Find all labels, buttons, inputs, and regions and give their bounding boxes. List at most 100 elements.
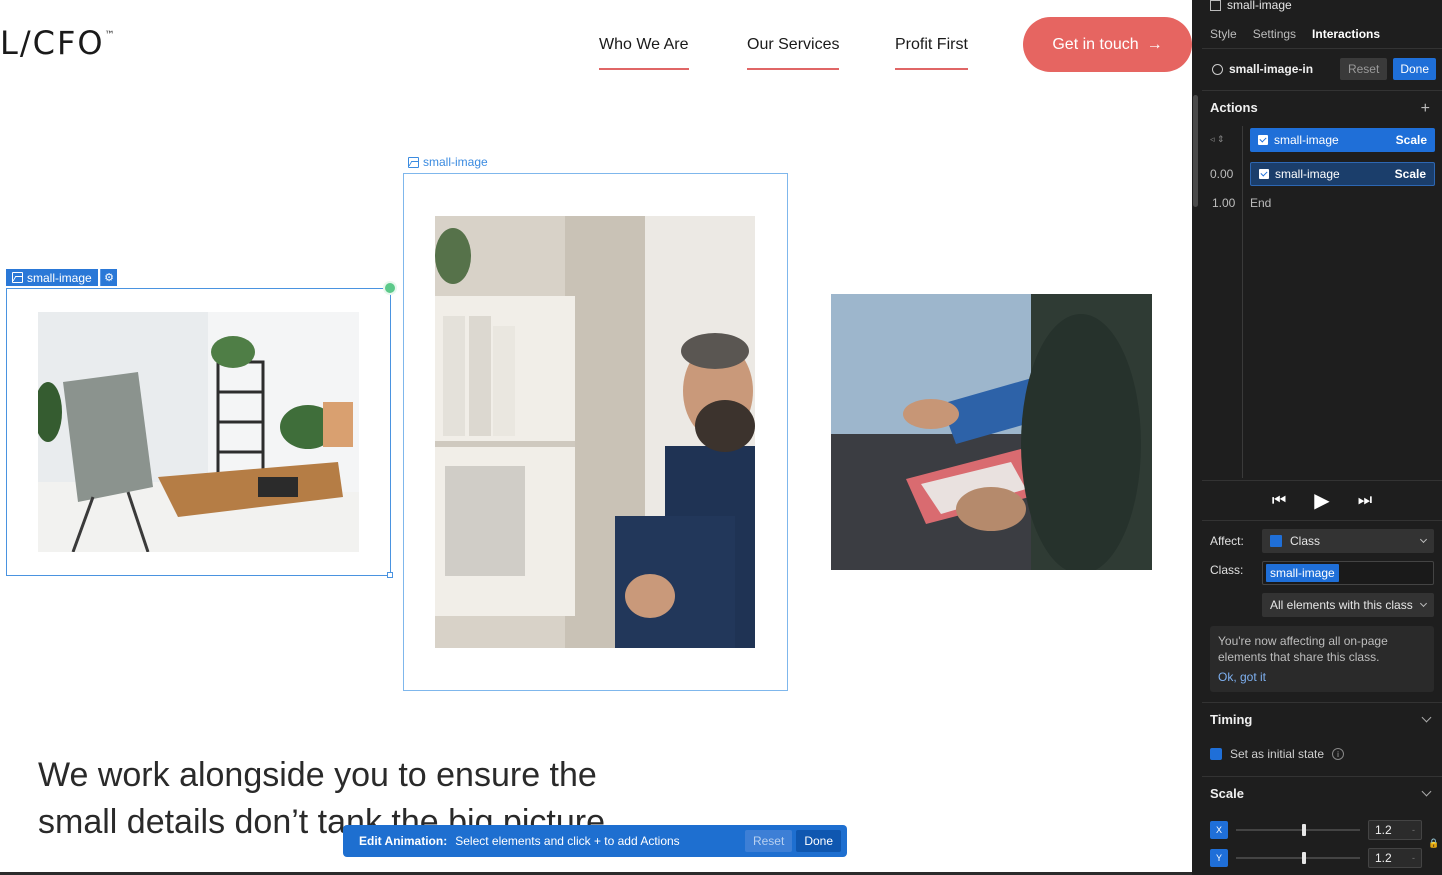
playback-controls: ⏮ ▶ ⏭ (1202, 480, 1442, 520)
scale-x-row: X 1.2 - (1210, 820, 1434, 840)
affect-label: Affect: (1210, 534, 1244, 548)
scale-title[interactable]: Scale (1210, 786, 1244, 801)
action-checkbox[interactable] (1258, 135, 1268, 145)
get-in-touch-button[interactable]: Get in touch → (1023, 17, 1192, 72)
interaction-name[interactable]: small-image-in (1229, 62, 1334, 76)
nav-who-we-are[interactable]: Who We Are (599, 36, 689, 70)
designer-canvas[interactable]: L/CFO™ Who We Are Our Services Profit Fi… (0, 0, 1192, 875)
hover-element-name: small-image (423, 155, 488, 169)
tab-style[interactable]: Style (1210, 27, 1237, 41)
class-info-notice: You're now affecting all on-page element… (1210, 626, 1434, 692)
scale-y-row: Y 1.2 - (1210, 848, 1434, 868)
unit-dash: - (1412, 825, 1415, 835)
keyframe-nav-icon[interactable]: ◃ ⇕ (1210, 134, 1225, 145)
action-item[interactable]: small-image Scale (1250, 128, 1435, 152)
resize-handle[interactable] (387, 572, 393, 578)
selected-element-name: small-image (27, 270, 92, 285)
trademark-mark: ™ (104, 30, 115, 41)
scale-x-input[interactable]: 1.2 - (1368, 820, 1422, 840)
hover-element-tag: small-image (408, 155, 488, 169)
chevron-down-icon (1419, 599, 1428, 608)
panel-scrollbar[interactable] (1193, 95, 1198, 207)
slider-thumb[interactable] (1302, 824, 1306, 836)
image-icon (408, 156, 419, 168)
timing-title[interactable]: Timing (1210, 712, 1252, 727)
action-type: Scale (1394, 167, 1426, 181)
section-divider (1202, 90, 1442, 91)
end-marker: End (1250, 196, 1272, 210)
class-chip[interactable]: small-image (1266, 564, 1339, 582)
meeting-tablet-photo (831, 294, 1152, 570)
cta-label: Get in touch (1052, 35, 1139, 53)
play-icon[interactable]: ▶ (1314, 488, 1329, 513)
animation-reset-button[interactable]: Reset (744, 830, 793, 852)
tab-interactions[interactable]: Interactions (1312, 27, 1380, 41)
action-type: Scale (1395, 133, 1427, 147)
smiling-man-photo (435, 216, 755, 648)
scale-x-value: 1.2 (1375, 823, 1392, 837)
clock-icon (1212, 63, 1223, 75)
info-text: You're now affecting all on-page element… (1218, 634, 1388, 664)
section-divider (1202, 702, 1442, 703)
add-action-plus-icon[interactable]: + (1421, 100, 1430, 118)
skip-back-icon[interactable]: ⏮ (1272, 492, 1286, 510)
chevron-down-icon[interactable] (1421, 712, 1432, 723)
interaction-header: small-image-in Reset Done (1202, 53, 1442, 85)
lock-icon[interactable]: 🔒 (1428, 838, 1439, 849)
chevron-down-icon (1419, 535, 1428, 544)
arrow-right-icon: → (1146, 35, 1163, 53)
info-dismiss-link[interactable]: Ok, got it (1218, 669, 1426, 685)
initial-state-label: Set as initial state (1230, 747, 1325, 761)
scale-x-icon: X (1210, 821, 1228, 839)
class-icon (1270, 535, 1282, 547)
interaction-trigger-icon[interactable] (383, 281, 397, 295)
scale-y-input[interactable]: 1.2 - (1368, 848, 1422, 868)
chevron-down-icon[interactable] (1421, 786, 1432, 797)
image-icon (12, 272, 23, 283)
action-target: small-image (1274, 133, 1339, 147)
panel-tabs: Style Settings Interactions (1210, 27, 1380, 41)
panel-element-header: small-image (1210, 0, 1292, 12)
tab-settings[interactable]: Settings (1253, 27, 1296, 41)
time-start: 0.00 (1210, 167, 1234, 181)
site-logo[interactable]: L/CFO™ (0, 24, 115, 62)
initial-state-checkbox[interactable] (1210, 748, 1222, 760)
scope-select[interactable]: All elements with this class (1262, 593, 1434, 617)
scale-y-icon: Y (1210, 849, 1228, 867)
selected-element-tag[interactable]: small-image (6, 269, 98, 286)
office-desk-photo (38, 312, 359, 552)
interaction-done-button[interactable]: Done (1393, 58, 1436, 80)
heading-line-1: We work alongside you to ensure the (38, 756, 597, 794)
scale-y-slider[interactable] (1236, 852, 1360, 864)
element-settings-gear-icon[interactable]: ⚙ (100, 269, 117, 286)
tabs-divider (1202, 48, 1442, 49)
class-label: Class: (1210, 563, 1244, 577)
class-input[interactable]: small-image (1262, 561, 1434, 585)
panel-element-name: small-image (1227, 0, 1292, 12)
time-end: 1.00 (1212, 196, 1236, 210)
action-checkbox[interactable] (1259, 169, 1269, 179)
nav-our-services[interactable]: Our Services (747, 36, 840, 70)
affect-select[interactable]: Class (1262, 529, 1434, 553)
skip-forward-icon[interactable]: ⏭ (1358, 492, 1372, 510)
scope-value: All elements with this class (1270, 598, 1413, 612)
logo-text: L/CFO (0, 24, 105, 62)
image-icon (1210, 0, 1221, 11)
actions-title: Actions (1210, 100, 1258, 115)
edit-animation-bar: Edit Animation: Select elements and clic… (343, 825, 847, 857)
info-icon[interactable]: i (1332, 748, 1345, 760)
nav-profit-first[interactable]: Profit First (895, 36, 968, 70)
section-divider (1202, 520, 1442, 521)
interactions-panel: small-image Style Settings Interactions … (1192, 0, 1442, 875)
initial-state-row: Set as initial state i (1210, 747, 1345, 761)
section-divider (1202, 776, 1442, 777)
slider-thumb[interactable] (1302, 852, 1306, 864)
animation-done-button[interactable]: Done (796, 830, 841, 852)
scale-y-value: 1.2 (1375, 851, 1392, 865)
interaction-reset-button[interactable]: Reset (1339, 58, 1388, 80)
timeline-track (1242, 126, 1243, 478)
action-item[interactable]: small-image Scale (1250, 162, 1435, 186)
scale-x-slider[interactable] (1236, 824, 1360, 836)
affect-value: Class (1290, 534, 1321, 548)
edit-animation-message: Select elements and click + to add Actio… (455, 834, 680, 848)
